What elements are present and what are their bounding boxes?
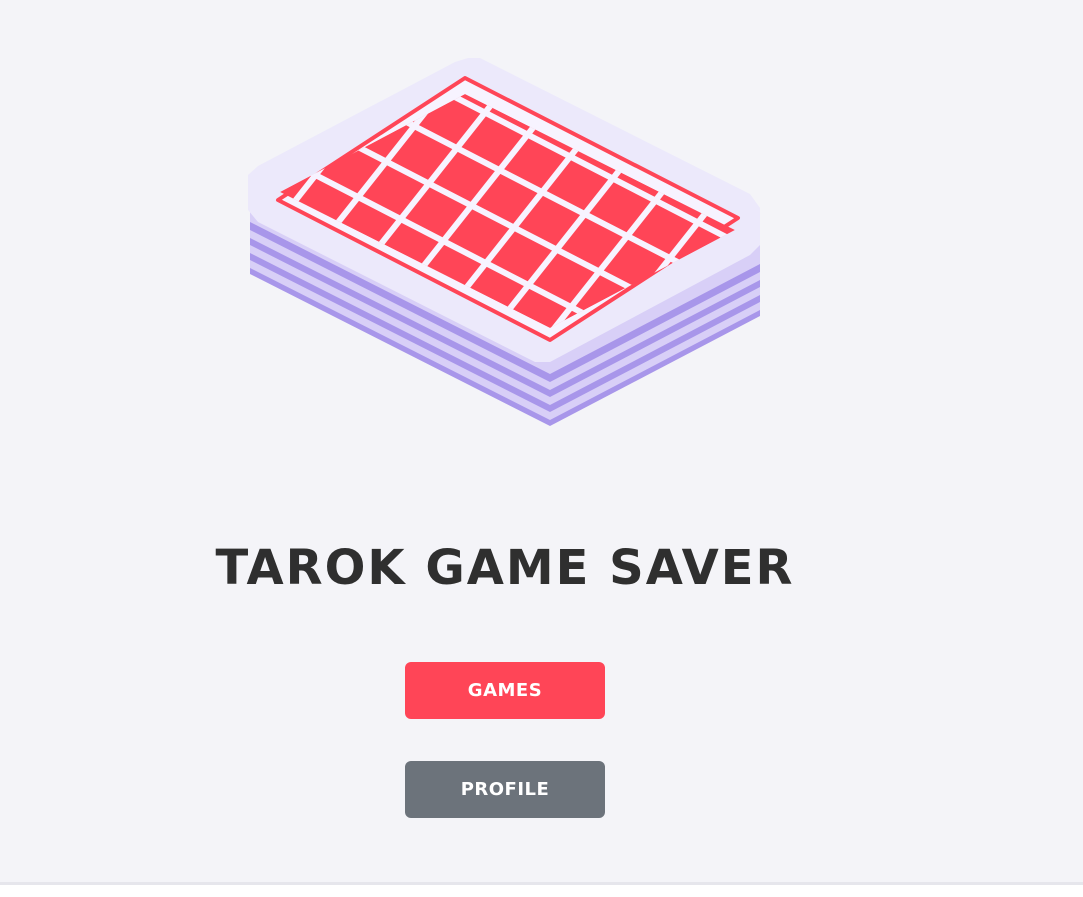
- profile-button[interactable]: PROFILE: [405, 761, 605, 818]
- profile-button-label: PROFILE: [460, 779, 550, 800]
- card-deck-icon: [230, 40, 790, 450]
- card-deck-illustration: [248, 58, 760, 426]
- app-title: TAROK GAME SAVER: [215, 540, 795, 596]
- games-button-label: GAMES: [467, 680, 543, 701]
- landing-page: TAROK GAME SAVER GAMES PROFILE: [0, 0, 1083, 885]
- games-button[interactable]: GAMES: [405, 662, 605, 719]
